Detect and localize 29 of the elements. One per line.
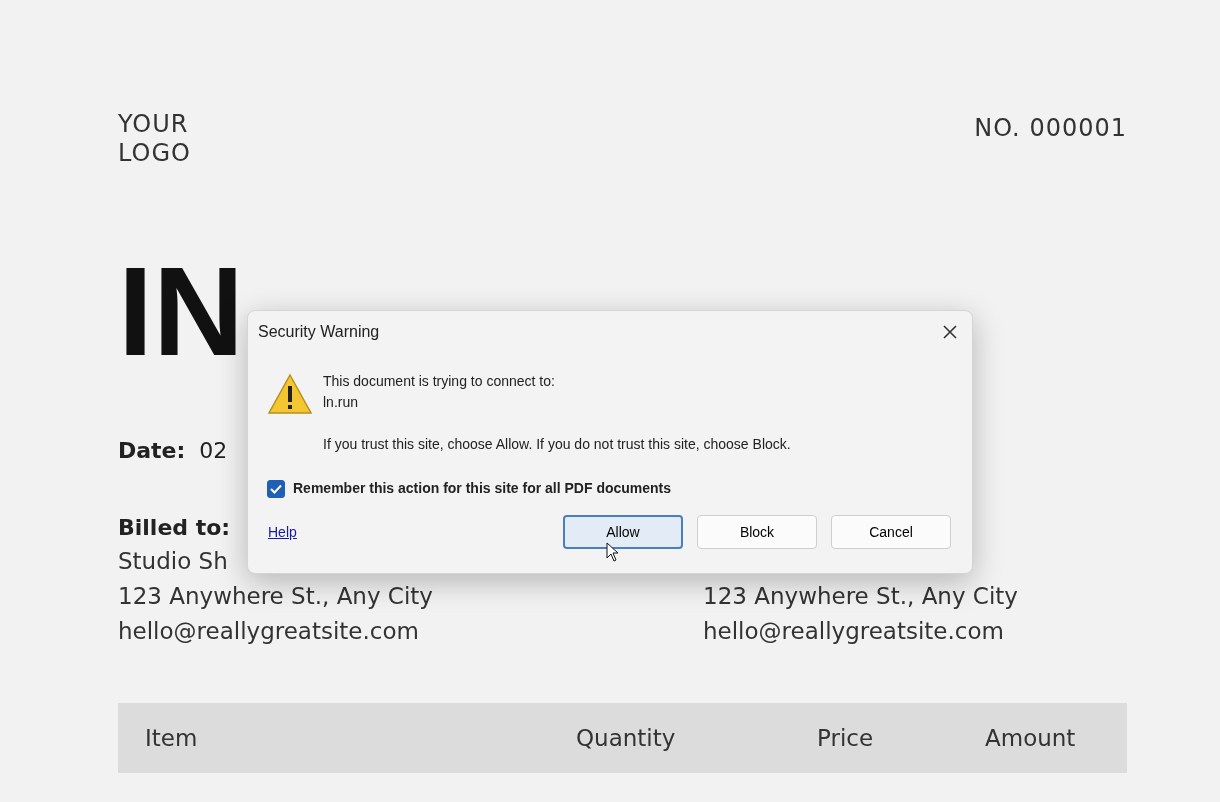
message-text: This document is trying to connect to:	[323, 372, 556, 391]
checkbox[interactable]	[267, 479, 285, 498]
dialog-button[interactable]: Cancel	[831, 515, 951, 549]
invoice-title: IN	[118, 264, 244, 360]
warning-icon	[267, 373, 313, 415]
instruction-text: If you trust this site, choose Allow. If you do not trust this site, choose Block.	[323, 435, 791, 454]
dialog-button[interactable]: Allow	[563, 515, 683, 549]
help-link[interactable]: Help	[268, 521, 297, 543]
sender-text: hello@reallygreatsite.com	[703, 618, 1004, 644]
billed-text: Studio Sh	[118, 548, 228, 574]
cursor-icon	[606, 542, 620, 562]
column-header: Quantity	[576, 723, 676, 753]
date-value: 02	[199, 437, 228, 465]
billed-text: hello@reallygreatsite.com	[118, 618, 419, 644]
column-header: Item	[145, 723, 198, 753]
column-header: Price	[817, 723, 874, 753]
billed-label: Billed to:	[118, 515, 231, 540]
dialog-button[interactable]: Block	[697, 515, 817, 549]
site-text: ln.run	[323, 393, 360, 412]
close-icon[interactable]	[942, 324, 958, 340]
checkbox-label: Remember this action for this site for all PDF documents	[293, 479, 672, 498]
dialog-title: Security Warning	[258, 322, 380, 342]
invoice-number: NO. 000001	[974, 113, 1127, 144]
sender-text: 123 Anywhere St., Any City	[703, 583, 1018, 609]
logo-text: YOUR	[118, 110, 190, 139]
date-label: Date:	[118, 437, 186, 465]
billed-text: 123 Anywhere St., Any City	[118, 583, 433, 609]
logo-text: LOGO	[118, 139, 191, 168]
column-header: Amount	[985, 723, 1076, 753]
